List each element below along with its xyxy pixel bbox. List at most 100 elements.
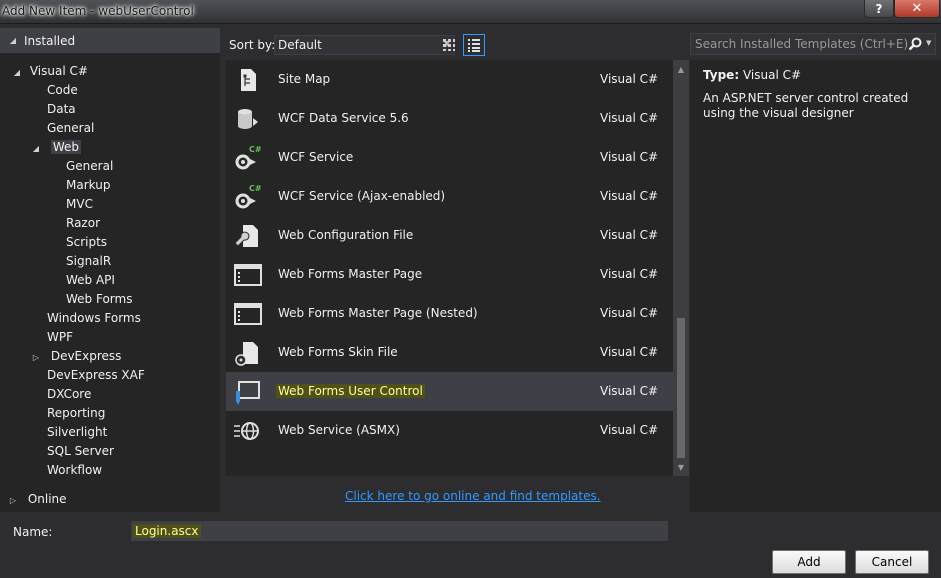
wcf-service-icon: C# (235, 145, 262, 170)
master-page-nested-icon (234, 303, 262, 325)
template-row-site-map[interactable]: Site Map Visual C# (226, 60, 673, 99)
close-button[interactable]: ✕ (894, 0, 940, 18)
grid-view-icon (443, 39, 455, 51)
small-icons-view-button[interactable] (438, 34, 460, 56)
template-name: Web Service (ASMX) (278, 423, 400, 437)
category-tree: ◢ Installed ◢ Visual C# Code Data Genera… (0, 28, 220, 512)
tree-item-razor[interactable]: Razor (66, 214, 100, 232)
tree-item-devexpress[interactable]: ▷ DevExpress (31, 347, 122, 365)
template-language: Visual C# (600, 345, 659, 359)
template-row-master-page[interactable]: Web Forms Master Page Visual C# (226, 255, 673, 294)
name-field-value: Login.ascx (133, 524, 201, 538)
tree-item-windows-forms[interactable]: Windows Forms (47, 309, 141, 327)
user-control-icon (236, 381, 260, 405)
template-description: An ASP.NET server control created using … (703, 91, 909, 120)
template-language: Visual C# (600, 150, 659, 164)
tree-item-web-forms[interactable]: Web Forms (66, 290, 132, 308)
online-templates-link[interactable]: Click here to go online and find templat… (345, 489, 601, 503)
template-name: WCF Service (278, 150, 354, 164)
template-language: Visual C# (600, 306, 659, 320)
add-button[interactable]: Add (772, 550, 846, 574)
tree-item-online[interactable]: ▷ Online (8, 490, 67, 508)
template-row-master-page-nested[interactable]: Web Forms Master Page (Nested) Visual C# (226, 294, 673, 333)
template-list-scrollbar[interactable]: ▲ ▼ (673, 60, 689, 476)
template-name: WCF Service (Ajax-enabled) (278, 189, 446, 203)
tree-item-visual-csharp[interactable]: ◢ Visual C# (12, 62, 88, 80)
scroll-thumb[interactable] (677, 318, 685, 458)
tree-item-web[interactable]: ◢ Web (31, 138, 81, 156)
tree-item-markup[interactable]: Markup (66, 176, 110, 194)
search-icon[interactable] (907, 36, 923, 52)
tree-item-web-general[interactable]: General (66, 157, 113, 175)
template-name: Web Configuration File (278, 228, 414, 242)
expand-arrow-icon[interactable]: ◢ (31, 144, 41, 154)
template-language: Visual C# (600, 111, 659, 125)
tree-item-scripts[interactable]: Scripts (66, 233, 107, 251)
type-label: Type: (703, 68, 740, 82)
template-name: Site Map (278, 72, 331, 86)
expand-arrow-icon[interactable]: ◢ (8, 36, 18, 46)
template-name: Web Forms Master Page (Nested) (278, 306, 478, 320)
list-view-button[interactable] (463, 34, 485, 56)
scroll-down-icon[interactable]: ▼ (673, 460, 689, 474)
template-language: Visual C# (600, 72, 659, 86)
template-language: Visual C# (600, 228, 659, 242)
master-page-icon (234, 264, 262, 286)
template-name: Web Forms Skin File (278, 345, 398, 359)
template-row-web-config[interactable]: Web Configuration File Visual C# (226, 216, 673, 255)
installed-label: Installed (24, 33, 76, 48)
wcf-ajax-icon: C# (235, 184, 262, 209)
tree-item-mvc[interactable]: MVC (66, 195, 93, 213)
name-label: Name: (13, 525, 53, 539)
tree-item-silverlight[interactable]: Silverlight (47, 423, 107, 441)
template-details: Type: Visual C# An ASP.NET server contro… (690, 60, 941, 512)
search-options-arrow-icon[interactable]: ▼ (926, 39, 931, 47)
template-list: Site Map Visual C# WCF Data Service 5.6 … (226, 60, 673, 476)
template-type: Type: Visual C# (703, 68, 801, 82)
search-box[interactable]: Search Installed Templates (Ctrl+E) ▼ (690, 33, 936, 55)
expand-arrow-icon[interactable]: ◢ (12, 68, 22, 78)
tree-item-sql-server[interactable]: SQL Server (47, 442, 114, 460)
collapsed-arrow-icon[interactable]: ▷ (31, 353, 41, 363)
template-row-wcf-service[interactable]: C# WCF Service Visual C# (226, 138, 673, 177)
template-language: Visual C# (600, 384, 659, 398)
svg-text:C#: C# (249, 145, 262, 154)
template-row-web-service[interactable]: Web Service (ASMX) Visual C# (226, 411, 673, 450)
sort-value: Default (278, 38, 322, 52)
title-bar: Add New Item - webUserControl ? ✕ (0, 0, 941, 24)
tree-item-wpf[interactable]: WPF (47, 328, 73, 346)
template-row-skin-file[interactable]: Web Forms Skin File Visual C# (226, 333, 673, 372)
installed-header[interactable]: ◢ Installed (0, 28, 220, 53)
name-field[interactable]: Login.ascx (131, 521, 668, 541)
tree-item-workflow[interactable]: Workflow (47, 461, 102, 479)
template-row-wcf-service-ajax[interactable]: C# WCF Service (Ajax-enabled) Visual C# (226, 177, 673, 216)
template-name: WCF Data Service 5.6 (278, 111, 409, 125)
tree-item-web-api[interactable]: Web API (66, 271, 115, 289)
tree-item-label: Online (27, 492, 67, 506)
tree-item-label: DevExpress (50, 349, 122, 363)
sort-dropdown[interactable]: Default ▼ (274, 35, 455, 55)
tree-item-dxcore[interactable]: DXCore (47, 385, 91, 403)
template-row-wcf-data-service[interactable]: WCF Data Service 5.6 Visual C# (226, 99, 673, 138)
tree-item-label: Web (50, 140, 81, 154)
list-view-icon (468, 39, 480, 52)
search-placeholder: Search Installed Templates (Ctrl+E) (695, 37, 909, 51)
template-language: Visual C# (600, 189, 659, 203)
collapsed-arrow-icon[interactable]: ▷ (8, 496, 18, 506)
tree-item-devexpress-xaf[interactable]: DevExpress XAF (47, 366, 145, 384)
svg-text:C#: C# (249, 184, 262, 193)
tree-item-code[interactable]: Code (47, 81, 78, 99)
tree-item-signalr[interactable]: SignalR (66, 252, 111, 270)
tree-item-data[interactable]: Data (47, 100, 76, 118)
tree-item-general[interactable]: General (47, 119, 94, 137)
type-value: Visual C# (742, 68, 802, 82)
cancel-button[interactable]: Cancel (855, 550, 929, 574)
tree-item-label: Visual C# (29, 64, 88, 78)
template-row-user-control[interactable]: Web Forms User Control Visual C# (226, 372, 673, 411)
scroll-up-icon[interactable]: ▲ (673, 62, 689, 76)
skin-file-icon (235, 342, 258, 366)
template-language: Visual C# (600, 267, 659, 281)
help-button[interactable]: ? (864, 0, 894, 18)
tree-item-reporting[interactable]: Reporting (47, 404, 105, 422)
window-title: Add New Item - webUserControl (2, 4, 194, 18)
